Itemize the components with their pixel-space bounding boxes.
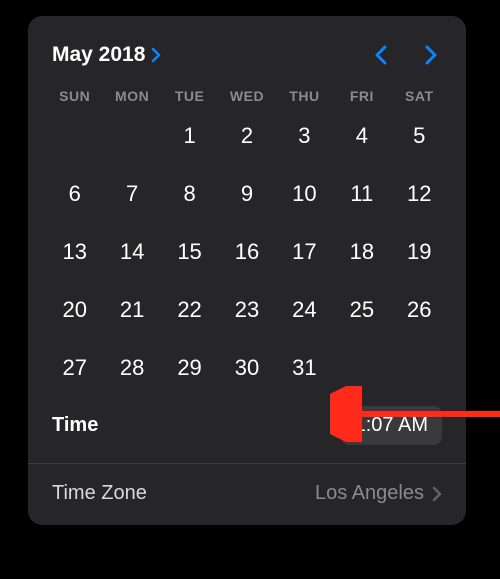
day-cell[interactable]: 12 <box>391 170 448 218</box>
day-cell[interactable]: 3 <box>276 112 333 160</box>
day-cell[interactable]: 4 <box>333 112 390 160</box>
day-cell[interactable]: 24 <box>276 286 333 334</box>
day-cell[interactable]: 2 <box>218 112 275 160</box>
day-cell[interactable]: 23 <box>218 286 275 334</box>
day-cell[interactable]: 25 <box>333 286 390 334</box>
weekday-label: FRI <box>333 88 390 104</box>
day-cell[interactable]: 28 <box>103 344 160 392</box>
day-cell-empty <box>333 344 390 392</box>
calendar-header: May 2018 <box>46 34 448 84</box>
day-cell[interactable]: 15 <box>161 228 218 276</box>
time-picker[interactable]: 1:07 AM <box>341 406 442 445</box>
day-cell-empty <box>46 112 103 160</box>
day-cell-empty <box>103 112 160 160</box>
weekday-label: WED <box>218 88 275 104</box>
day-cell[interactable]: 10 <box>276 170 333 218</box>
day-cell[interactable]: 7 <box>103 170 160 218</box>
day-cell[interactable]: 18 <box>333 228 390 276</box>
time-row: Time 1:07 AM <box>46 392 448 463</box>
timezone-value-wrap: Los Angeles <box>315 482 442 505</box>
day-cell[interactable]: 17 <box>276 228 333 276</box>
day-cell[interactable]: 5 <box>391 112 448 160</box>
date-time-panel: May 2018 SUN MON TUE WED THU <box>28 16 466 525</box>
timezone-label: Time Zone <box>52 482 147 505</box>
day-cell-empty <box>391 344 448 392</box>
day-cell[interactable]: 21 <box>103 286 160 334</box>
next-month-button[interactable] <box>420 40 442 70</box>
weekday-label: TUE <box>161 88 218 104</box>
day-cell[interactable]: 16 <box>218 228 275 276</box>
chevron-right-icon <box>432 486 442 502</box>
weekday-label: SUN <box>46 88 103 104</box>
weekday-header: SUN MON TUE WED THU FRI SAT <box>46 88 448 104</box>
day-cell[interactable]: 26 <box>391 286 448 334</box>
day-cell[interactable]: 30 <box>218 344 275 392</box>
timezone-value: Los Angeles <box>315 482 424 505</box>
time-label: Time <box>52 414 98 437</box>
day-cell[interactable]: 1 <box>161 112 218 160</box>
prev-month-button[interactable] <box>370 40 392 70</box>
day-cell[interactable]: 9 <box>218 170 275 218</box>
month-year-label: May 2018 <box>52 43 145 67</box>
day-cell[interactable]: 13 <box>46 228 103 276</box>
chevron-right-icon <box>151 47 161 63</box>
day-cell[interactable]: 27 <box>46 344 103 392</box>
weekday-label: SAT <box>391 88 448 104</box>
day-cell[interactable]: 20 <box>46 286 103 334</box>
month-nav <box>370 40 442 70</box>
day-cell[interactable]: 8 <box>161 170 218 218</box>
weekday-label: MON <box>103 88 160 104</box>
timezone-row[interactable]: Time Zone Los Angeles <box>46 464 448 525</box>
day-cell[interactable]: 6 <box>46 170 103 218</box>
weekday-label: THU <box>276 88 333 104</box>
month-year-picker[interactable]: May 2018 <box>52 43 161 67</box>
day-cell[interactable]: 22 <box>161 286 218 334</box>
day-cell[interactable]: 11 <box>333 170 390 218</box>
day-cell[interactable]: 29 <box>161 344 218 392</box>
days-grid: 1 2 3 4 5 6 7 8 9 10 11 12 13 14 15 16 1… <box>46 112 448 392</box>
day-cell[interactable]: 31 <box>276 344 333 392</box>
day-cell[interactable]: 14 <box>103 228 160 276</box>
day-cell[interactable]: 19 <box>391 228 448 276</box>
